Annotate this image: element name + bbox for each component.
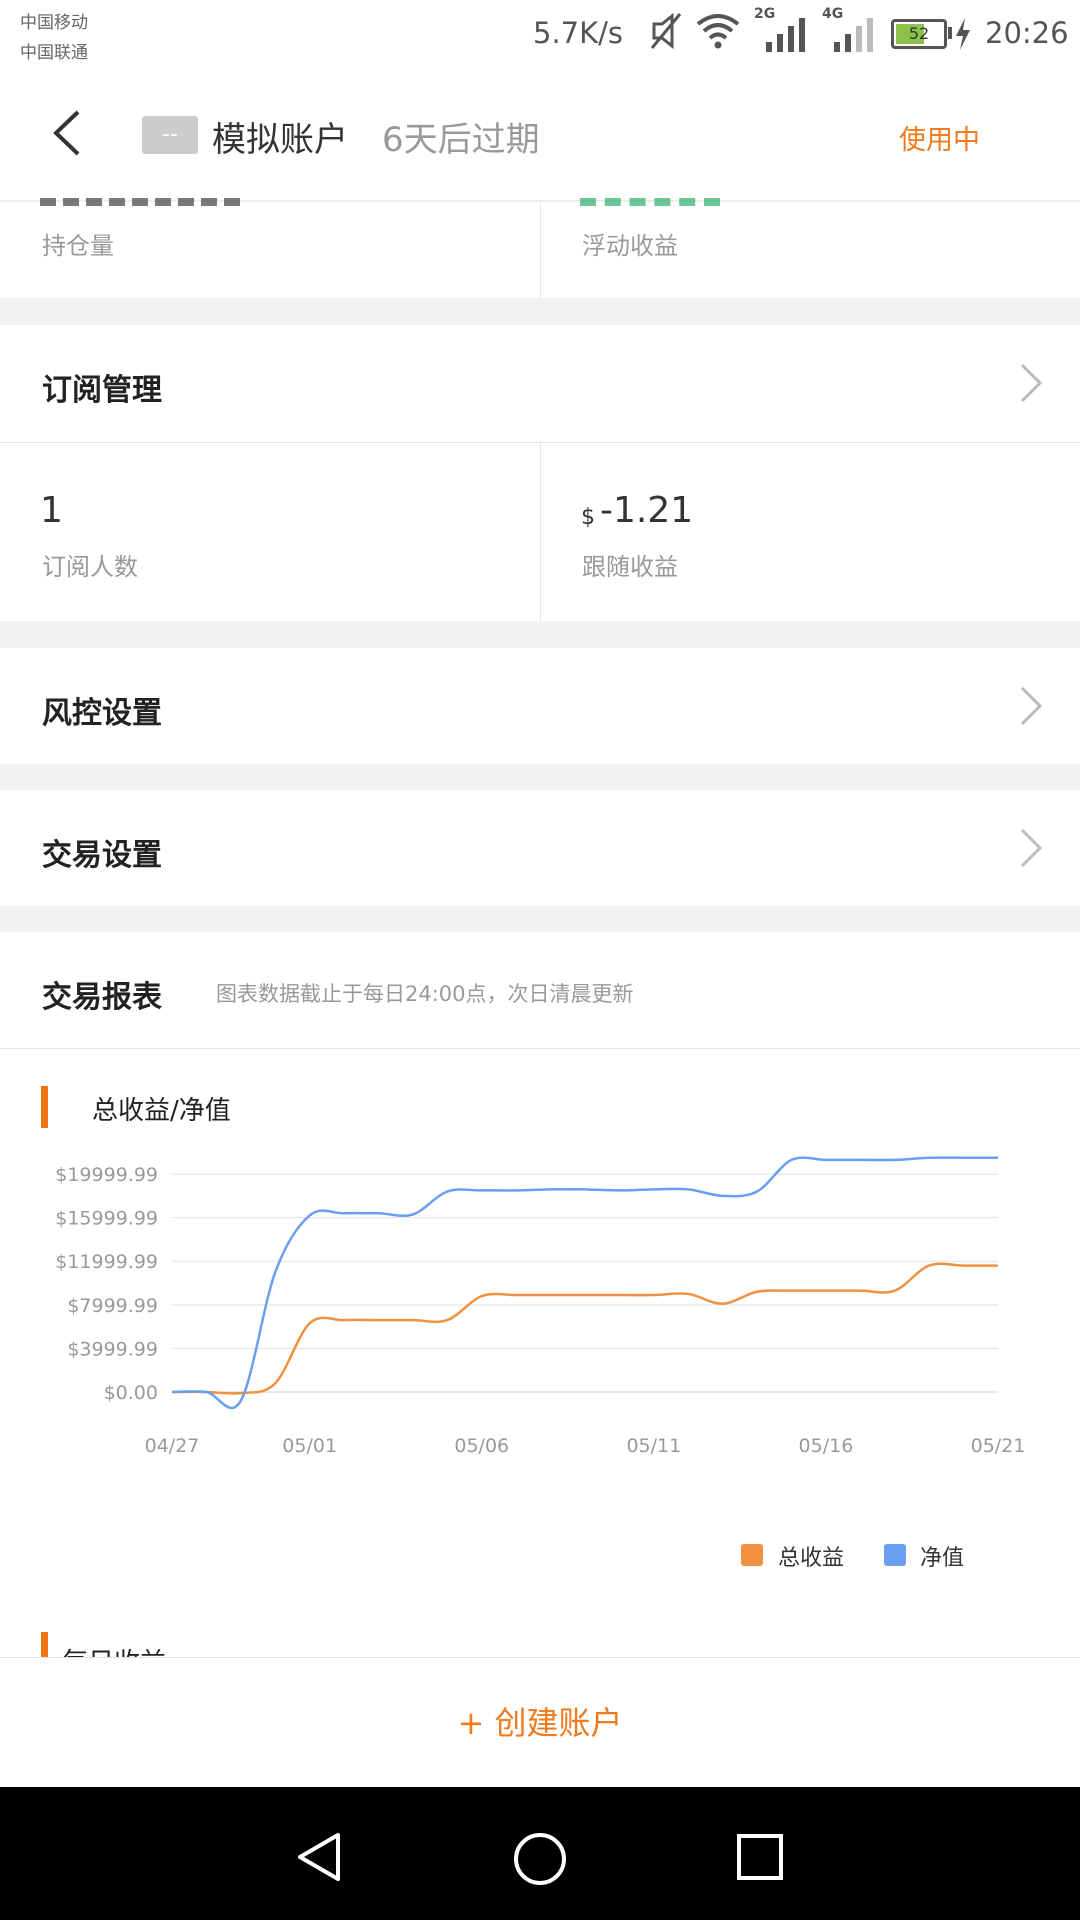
daily-profit-title: 每日收益 [62,1642,166,1657]
x-tick-label: 04/27 [145,1435,200,1457]
chevron-right-icon [1020,828,1043,868]
nav-recents-icon[interactable] [736,1833,784,1881]
x-tick-label: 05/06 [454,1435,509,1457]
series-line-net-value [171,1156,998,1410]
account-header: -- 模拟账户 6天后过期 使用中 [0,68,1080,201]
subscription-row[interactable]: 订阅管理 [0,325,1080,442]
y-tick-label: $15999.99 [55,1208,158,1230]
follow-profit-value: -1.21 [600,490,694,531]
legend-label-total: 总收益 [778,1546,845,1571]
create-account-bar: + 创建账户 [0,1657,1080,1787]
net-speed: 5.7K/s [533,16,624,50]
x-tick-label: 05/21 [971,1435,1026,1457]
nav-back-icon[interactable] [296,1832,342,1882]
trade-settings-row[interactable]: 交易设置 [0,790,1080,906]
holdings-card: 持仓量 浮动收益 [0,198,1080,298]
clock: 20:26 [985,16,1069,50]
chevron-right-icon [1020,686,1043,726]
holdings-value-clipped [40,188,240,206]
status-bar: 中国移动 中国联通 5.7K/s 2G 4G 52 20:26 [0,0,1080,68]
holdings-label: 持仓量 [42,232,114,260]
y-tick-label: $11999.99 [55,1251,158,1273]
series-line-total-profit [171,1262,998,1395]
report-subtitle: 图表数据截止于每日24:00点，次日清晨更新 [216,982,634,1006]
profit-nav-chart: $0.00 $3999.99 $7999.99 $11999.99 $15999.99 $… [55,1156,1026,1457]
legend-swatch-total [741,1544,763,1566]
account-expire: 6天后过期 [382,120,540,160]
charging-icon [956,18,970,50]
follow-profit-label: 跟随收益 [582,553,678,581]
subscription-card: 订阅管理 1 订阅人数 $ -1.21 跟随收益 [0,325,1080,621]
carrier-2: 中国联通 [20,43,88,63]
y-tick-label: $0.00 [104,1382,158,1404]
chart-title: 总收益/净值 [92,1096,231,1126]
y-tick-label: $3999.99 [67,1338,158,1360]
account-name: 模拟账户 [212,120,348,160]
trade-report-card: 交易报表 图表数据截止于每日24:00点，次日清晨更新 总收益/净值 $0.00… [0,932,1080,1657]
system-nav-bar [0,1787,1080,1920]
wifi-icon [696,14,740,49]
legend-swatch-nav [884,1544,906,1566]
floating-profit-label: 浮动收益 [582,232,678,260]
y-tick-label: $19999.99 [55,1164,158,1186]
nav-home-icon[interactable] [512,1831,568,1887]
daily-title-marker [41,1632,48,1657]
account-badge: -- [142,116,198,154]
signal-icon-2 [834,18,873,52]
create-account-button[interactable]: + 创建账户 [0,1658,1080,1788]
report-title: 交易报表 [42,980,162,1015]
subscribers-value: 1 [40,490,63,531]
chevron-right-icon [1020,363,1043,403]
risk-settings-title: 风控设置 [42,696,162,731]
battery-icon: 52 [891,19,947,49]
chart-title-marker [41,1086,48,1128]
subscribers-label: 订阅人数 [42,553,138,581]
signal-icon [766,18,805,52]
back-button[interactable] [40,98,100,168]
carrier-1: 中国移动 [20,13,88,33]
follow-currency: $ [581,505,595,530]
x-tick-label: 05/16 [799,1435,854,1457]
legend-label-nav: 净值 [920,1546,965,1571]
y-tick-label: $7999.99 [67,1295,158,1317]
mute-icon [650,12,682,50]
battery-level: 52 [908,24,930,43]
trade-settings-title: 交易设置 [42,838,162,873]
x-tick-label: 05/11 [626,1435,681,1457]
in-use-status[interactable]: 使用中 [899,118,980,157]
risk-settings-row[interactable]: 风控设置 [0,648,1080,764]
subscription-title: 订阅管理 [42,373,162,408]
floating-profit-value-clipped [580,188,720,206]
x-tick-label: 05/01 [282,1435,337,1457]
